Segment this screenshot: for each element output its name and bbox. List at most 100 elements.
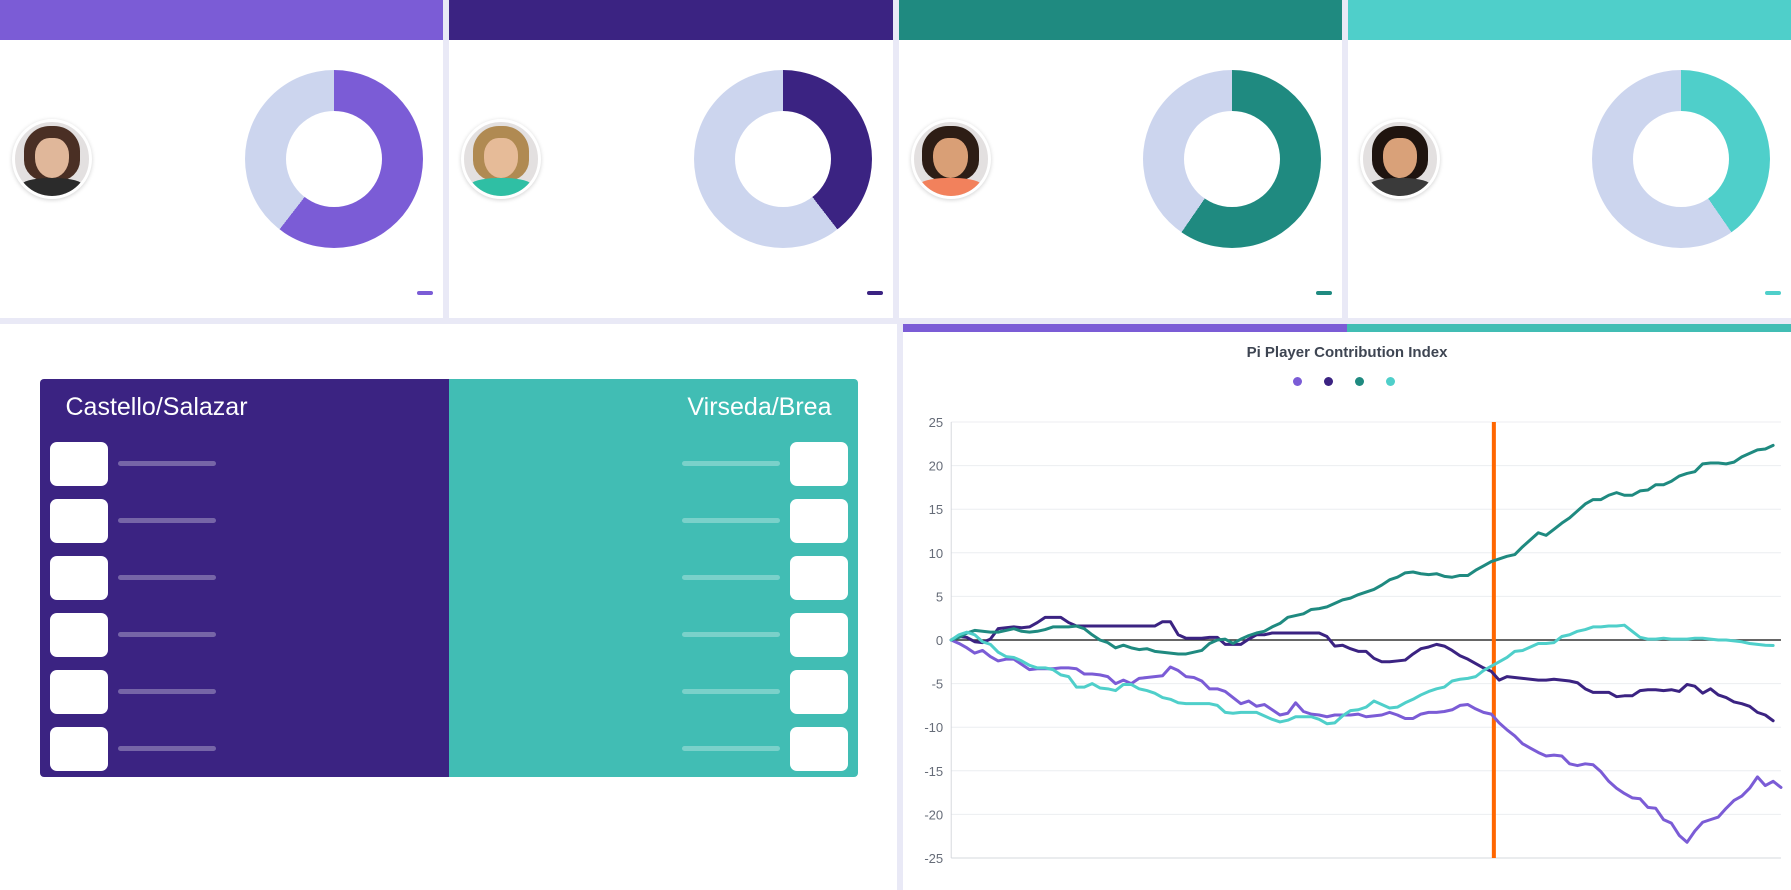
svg-text:-15: -15 [924, 764, 943, 779]
left-bar [117, 575, 216, 580]
avatar-wrap [6, 119, 98, 199]
avatar [1359, 119, 1440, 199]
donut-wrap [1578, 70, 1785, 248]
right-team-name: Virseda/Brea [687, 392, 832, 421]
comparison-row [40, 606, 858, 663]
donut-chart [693, 70, 872, 248]
comparison-row [40, 720, 858, 777]
left-value [49, 498, 108, 543]
kpoints-stat [1758, 291, 1781, 295]
stat-line [547, 67, 679, 113]
stat-line [1446, 205, 1578, 251]
legend-item[interactable] [1324, 377, 1339, 386]
right-value [789, 498, 848, 543]
svg-text:0: 0 [936, 633, 943, 648]
player-stats [547, 67, 679, 251]
right-bar [681, 632, 780, 637]
right-bar [681, 575, 780, 580]
left-value [49, 441, 108, 486]
left-value [49, 612, 108, 657]
stat-line [1446, 67, 1578, 113]
svg-text:-20: -20 [924, 807, 943, 822]
player-card [0, 0, 444, 318]
chart-accent-bar [903, 324, 1791, 332]
avatar-wrap [905, 119, 997, 199]
player-card-body [899, 40, 1342, 274]
stat-line [997, 205, 1129, 251]
svg-text:-25: -25 [924, 851, 943, 866]
left-bar [117, 746, 216, 751]
comparison-row [40, 492, 858, 549]
left-bar [117, 689, 216, 694]
legend-item[interactable] [1355, 377, 1370, 386]
player-card-header [0, 0, 444, 40]
comparison-row [40, 435, 858, 492]
chart-accent-left [903, 324, 1347, 332]
chart-legend [903, 377, 1791, 386]
left-value [49, 726, 108, 771]
svg-text:5: 5 [936, 589, 943, 604]
stat-line [98, 67, 230, 113]
stat-line [98, 205, 230, 251]
donut-wrap [230, 70, 437, 248]
right-value [789, 726, 848, 771]
chart-title: Pi Player Contribution Index [1246, 344, 1448, 361]
comparison-row [40, 549, 858, 606]
comparison-table: Castello/Salazar Virseda/Brea [39, 379, 858, 777]
legend-color-dot [1355, 377, 1364, 386]
donut-chart [244, 70, 423, 248]
avatar-shirt [20, 178, 84, 196]
player-card-header [449, 0, 893, 40]
player-card-footer [899, 274, 1342, 318]
legend-item[interactable] [1293, 377, 1308, 386]
legend-color-dot [1386, 377, 1395, 386]
right-bar [681, 689, 780, 694]
avatar-shirt [1368, 178, 1431, 196]
player-stats [997, 67, 1129, 251]
legend-item[interactable] [1386, 377, 1401, 386]
svg-text:15: 15 [929, 502, 944, 517]
svg-text:20: 20 [929, 459, 944, 474]
avatar-shirt [919, 178, 982, 196]
chart-accent-right [1347, 324, 1791, 332]
comparison-row [40, 663, 858, 720]
left-bar [117, 461, 216, 466]
donut-chart [1592, 70, 1771, 248]
player-card [898, 0, 1342, 318]
donut-percent [1143, 70, 1321, 248]
donut-wrap [679, 70, 886, 248]
left-team-name: Castello/Salazar [65, 392, 248, 421]
player-card-body [1348, 40, 1791, 274]
svg-text:-5: -5 [932, 677, 944, 692]
player-card-body [0, 40, 443, 274]
avatar-face [933, 138, 968, 179]
player-card-footer [1348, 274, 1791, 318]
legend-color-dot [1293, 377, 1302, 386]
kpoints-stat [860, 291, 883, 295]
left-value [49, 555, 108, 600]
stat-line [547, 113, 679, 159]
avatar-face [34, 138, 69, 179]
left-bar [117, 518, 216, 523]
stat-line [997, 159, 1129, 205]
avatar-face [1382, 138, 1417, 179]
right-value [789, 555, 848, 600]
avatar-wrap [1354, 119, 1446, 199]
chart-panel: Pi Player Contribution Index 25 20 15 10 5 0 -… [903, 324, 1791, 890]
team-comparison-panel: Castello/Salazar Virseda/Brea [0, 324, 897, 890]
left-bar [117, 632, 216, 637]
stat-line [547, 205, 679, 251]
right-bar [681, 746, 780, 751]
donut-wrap [1129, 70, 1336, 248]
svg-text:10: 10 [929, 546, 944, 561]
donut-percent [1592, 70, 1770, 248]
player-card-footer [0, 274, 443, 318]
stat-line [1446, 113, 1578, 159]
avatar-wrap [455, 119, 547, 199]
player-stats [98, 67, 230, 251]
chart-plot-area: 25 20 15 10 5 0 -5 -10 -15 -20 -25 [903, 412, 1791, 882]
avatar [910, 119, 991, 199]
donut-chart [1143, 70, 1322, 248]
dashboard-root: Castello/Salazar Virseda/Brea Pi Player … [0, 0, 1791, 890]
lower-section: Castello/Salazar Virseda/Brea Pi Player … [0, 324, 1791, 890]
